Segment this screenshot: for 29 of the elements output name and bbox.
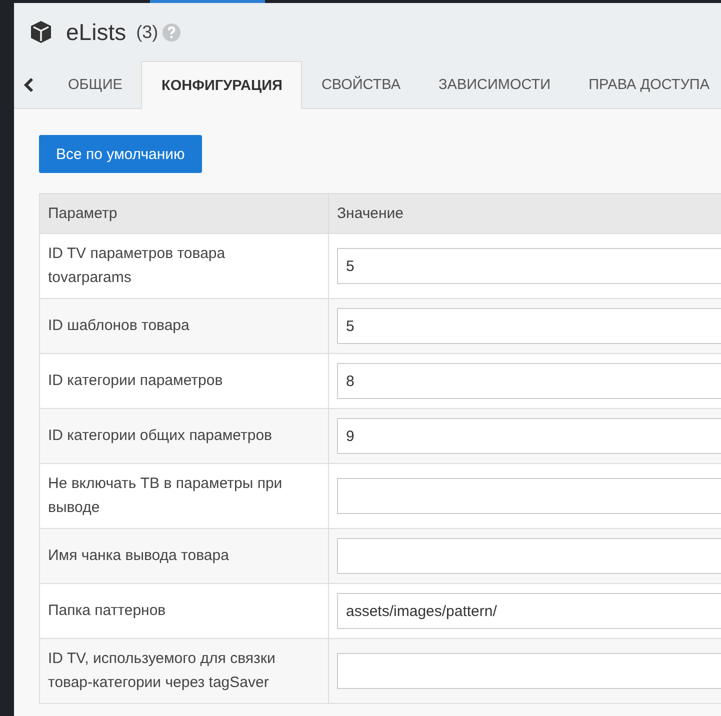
cube-icon — [29, 20, 53, 44]
chevron-left-icon[interactable] — [23, 76, 35, 92]
value-field[interactable] — [337, 478, 721, 514]
parameter-cell: ID TV, используемого для связки товар-категории через tagSaver — [40, 638, 328, 704]
tab[interactable]: ПРАВА ДОСТУПА — [570, 61, 721, 108]
parameter-cell: ID TV параметров товара tovarparams — [40, 234, 328, 298]
value-field[interactable]: 5 — [337, 248, 721, 284]
tab[interactable]: ЗАВИСИМОСТИ — [420, 61, 570, 108]
value-field[interactable] — [337, 538, 721, 574]
value-field[interactable]: 8 — [337, 363, 721, 399]
parameter-cell: Папка паттернов — [40, 584, 328, 638]
value-field[interactable]: 5 — [337, 308, 721, 344]
tab[interactable]: СВОЙСТВА — [302, 61, 420, 108]
tab[interactable]: КОНФИГУРАЦИЯ — [141, 61, 302, 109]
item-count: (3) — [136, 22, 158, 42]
page-title: eLists — [66, 18, 126, 46]
value-field[interactable] — [337, 653, 721, 689]
defaults-button[interactable]: Все по умолчанию — [39, 135, 202, 173]
parameter-cell: ID категории параметров — [40, 354, 328, 408]
value-field[interactable]: assets/images/pattern/ — [337, 593, 721, 629]
parameter-cell: ID шаблонов товара — [40, 298, 328, 354]
value-field[interactable]: 9 — [337, 418, 721, 454]
parameter-cell: Не включать ТВ в параметры при выводе — [40, 464, 328, 528]
column-header: Параметр — [40, 194, 328, 234]
help-icon[interactable] — [162, 22, 182, 42]
tab[interactable]: ОБЩИЕ — [49, 61, 142, 108]
column-header: Значение — [328, 194, 721, 234]
parameter-cell: ID категории общих параметров — [40, 408, 328, 464]
parameter-cell: Имя чанка вывода товара — [40, 528, 328, 584]
